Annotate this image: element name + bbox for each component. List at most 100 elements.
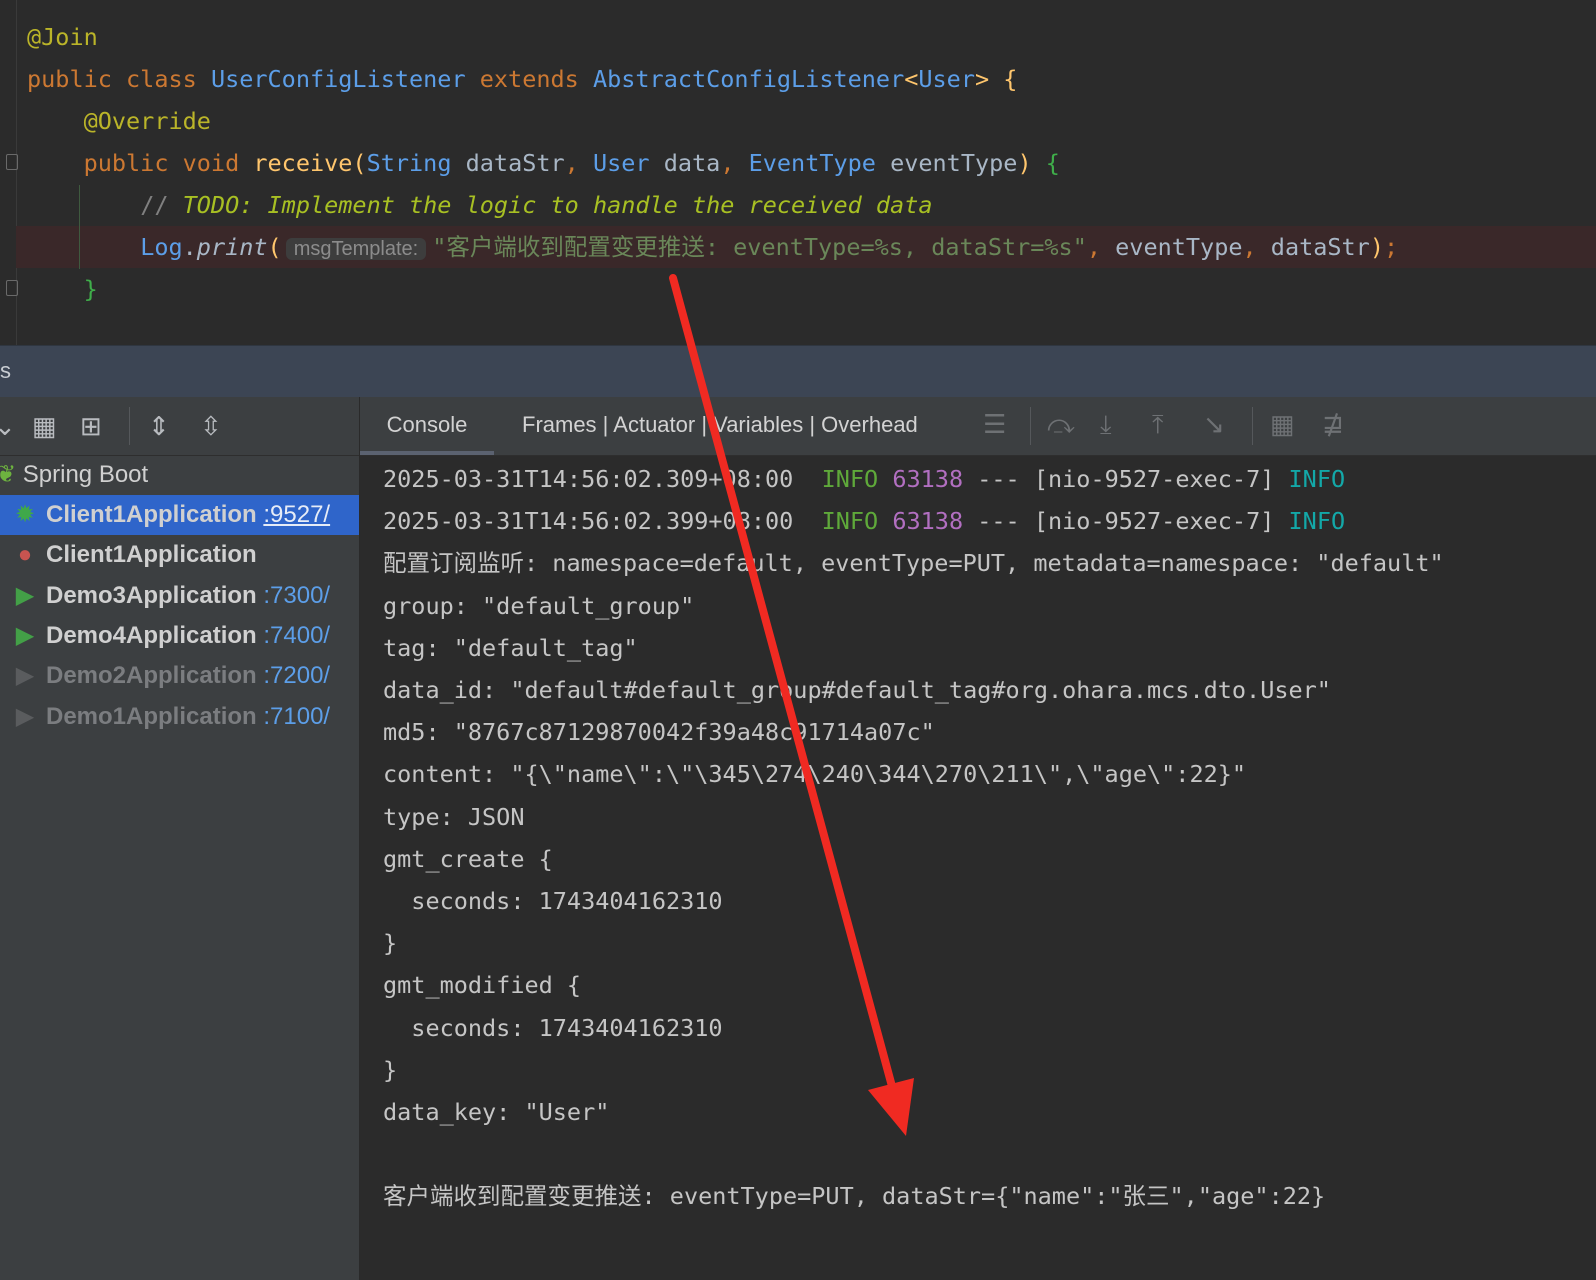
code-token: eventType (890, 149, 1018, 177)
service-port-link[interactable]: :7400/ (263, 622, 330, 649)
console-token: --- [nio-9527-exec-7] (963, 507, 1289, 536)
service-item[interactable]: ▶ Demo3Application :7300/ (0, 576, 359, 616)
console-panel: Console Frames | Actuator | Variables | … (360, 397, 1596, 1280)
code-editor[interactable]: @Join public class UserConfigListener ext… (0, 0, 1596, 345)
service-port-link[interactable]: :7300/ (263, 582, 330, 609)
code-token: User (918, 65, 975, 93)
expand-icon[interactable]: ⌄ (0, 411, 16, 441)
code-line: @Override (27, 100, 211, 142)
trace-icon[interactable]: ⋣ (1322, 409, 1344, 440)
code-token: UserConfigListener (210, 65, 480, 93)
console-token: INFO (1288, 465, 1346, 493)
service-item[interactable]: ▶ Demo1Application :7100/ (0, 697, 359, 737)
code-token: data (663, 149, 721, 177)
code-token: > { (974, 65, 1018, 93)
spring-boot-group[interactable]: ❦ Spring Boot (0, 455, 359, 495)
code-token: . (182, 233, 197, 261)
service-port-link[interactable]: :7100/ (263, 703, 330, 730)
step-over-icon[interactable]: ⤼ (1047, 409, 1075, 441)
code-token: dataStr (1270, 233, 1370, 261)
console-tabbar: Console Frames | Actuator | Variables | … (360, 397, 1596, 456)
console-token: } (383, 1055, 398, 1084)
console-line: seconds: 1743404162310 (383, 1007, 722, 1049)
soft-wrap-icon[interactable]: ☰ (983, 409, 1006, 440)
console-token: 2025-03-31T14:56:02.399+08:00 (383, 507, 822, 536)
collapse-all-icon[interactable]: ⇳ (200, 411, 222, 441)
stopped-icon: ▶ (15, 702, 35, 730)
code-line: Log.print(msgTemplate: "客户端收到配置变更推送: even… (27, 226, 1398, 268)
code-token: eventType (1115, 233, 1243, 261)
code-token: { (1045, 149, 1060, 177)
console-token: } (383, 929, 398, 958)
console-line: } (383, 1049, 397, 1091)
code-token: @Override (83, 107, 211, 135)
fold-icon[interactable] (6, 280, 18, 296)
code-token: dataStr (465, 149, 565, 177)
code-token: EventType (748, 149, 891, 177)
code-token: < (904, 65, 919, 93)
error-icon: ● (17, 541, 33, 569)
console-token: data_id: "default#default_group#default_… (383, 676, 1331, 704)
console-token: group: "default_group" (383, 591, 695, 620)
console-token: seconds: 1743404162310 (383, 887, 723, 915)
console-line: data_id: "default#default_group#default_… (383, 669, 1331, 711)
run-to-cursor-icon[interactable]: ↘ (1203, 409, 1225, 440)
service-name: Demo2Application (46, 662, 257, 690)
console-token: md5: "8767c87129870042f39a48c91714a07c" (383, 718, 935, 747)
code-token: , (1242, 233, 1271, 261)
expand-all-icon[interactable]: ⇕ (148, 411, 170, 441)
console-token: 2025-03-31T14:56:02.309+08:00 (383, 465, 822, 493)
console-line: gmt_create { (383, 838, 553, 880)
console-token: 客户端收到配置变更推送: eventType=PUT, dataStr={"na… (383, 1182, 1326, 1211)
evaluate-icon[interactable]: ▦ (1270, 409, 1295, 440)
console-line: tag: "default_tag" (383, 627, 638, 669)
console-token: 63138 (892, 507, 964, 536)
code-token: ( (267, 233, 282, 261)
tab-console[interactable]: Console (360, 397, 494, 455)
service-item[interactable]: ▶ Demo4Application :7400/ (0, 616, 359, 656)
service-item[interactable]: ● Client1Application (0, 535, 359, 575)
console-token: gmt_create { (383, 844, 553, 873)
service-port-link[interactable]: :9527/ (263, 501, 330, 528)
code-token: public class (27, 65, 211, 93)
tab-frames-actuator[interactable]: Frames | Actuator | Variables | Overhead (522, 397, 918, 455)
step-into-icon[interactable]: ⤓ (1100, 409, 1112, 441)
services-panel: ⌄ ▦ ⊞ ⇕ ⇳ ❦ Spring Boot ✹ Client1Applicat… (0, 397, 360, 1280)
console-line: data_key: "User" (383, 1091, 609, 1133)
group-by-icon[interactable]: ▦ (32, 411, 57, 441)
code-token: @Join (27, 23, 98, 51)
console-line: type: JSON (383, 796, 524, 838)
services-toolbar: ⌄ ▦ ⊞ ⇕ ⇳ (0, 397, 359, 456)
console-line: 2025-03-31T14:56:02.399+08:00 INFO 63138… (383, 500, 1345, 542)
service-port-link[interactable]: :7200/ (263, 662, 330, 689)
code-token: User (592, 149, 664, 177)
code-line: public void receive(String dataStr, User… (27, 142, 1060, 184)
code-line: // TODO: Implement the logic to handle t… (27, 184, 933, 226)
console-line: 配置订阅监听: namespace=default, eventType=PUT… (383, 542, 1444, 584)
code-token: ) (1369, 233, 1384, 261)
add-service-icon[interactable]: ⊞ (80, 411, 102, 441)
console-line: group: "default_group" (383, 585, 694, 627)
step-out-icon[interactable]: ⤒ (1152, 409, 1164, 441)
console-line: } (383, 922, 397, 964)
parameter-hint: msgTemplate: (285, 238, 427, 260)
run-icon: ▶ (15, 581, 35, 609)
tool-window-header: s (0, 345, 1596, 398)
code-token: extends (479, 65, 593, 93)
service-name: Demo3Application (46, 581, 257, 609)
code-token: receive (253, 149, 353, 177)
fold-icon[interactable] (6, 154, 18, 170)
editor-gutter (0, 0, 18, 345)
code-token: TODO: Implement the logic to handle the … (182, 191, 933, 219)
code-token: "客户端收到配置变更推送: eventType=%s, dataStr=%s" (432, 233, 1087, 261)
console-line: 客户端收到配置变更推送: eventType=PUT, dataStr={"na… (383, 1175, 1325, 1217)
console-token: INFO (1288, 507, 1346, 536)
service-item[interactable]: ✹ Client1Application :9527/ (0, 495, 359, 535)
service-item[interactable]: ▶ Demo2Application :7200/ (0, 656, 359, 696)
console-token: 配置订阅监听: namespace=default, eventType=PUT… (383, 549, 1444, 578)
console-token: --- [nio-9527-exec-7] (963, 465, 1289, 493)
code-token: ( (352, 149, 367, 177)
